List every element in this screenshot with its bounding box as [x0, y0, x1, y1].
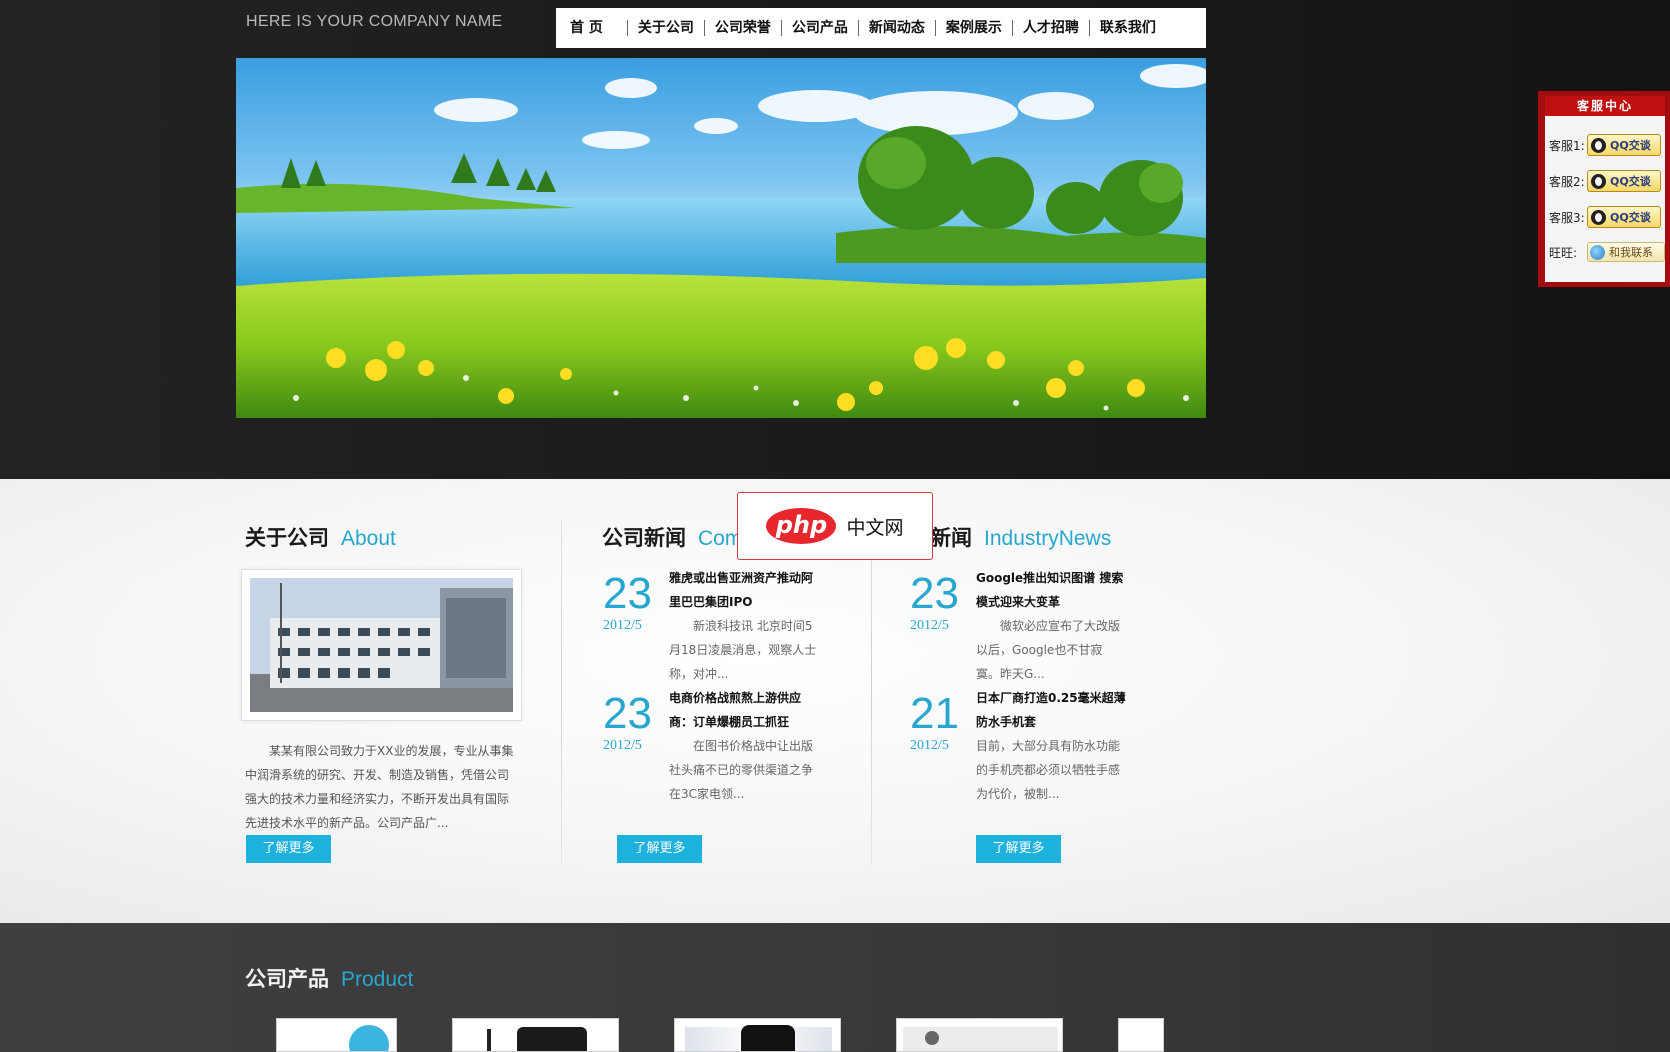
qq-penguin-icon	[1591, 173, 1606, 189]
service-label: 客服3:	[1549, 210, 1585, 225]
nav-contact[interactable]: 联系我们	[1090, 19, 1166, 37]
product-thumbnail[interactable]	[452, 1018, 619, 1052]
customer-service-panel: 客服中心 客服1: QQ交谈 客服2: QQ交谈 客服3: QQ交谈 旺旺: 和…	[1538, 91, 1670, 287]
news-title[interactable]: 雅虎或出售亚洲资产推动阿里巴巴集团IPO	[669, 566, 819, 614]
nav-products[interactable]: 公司产品	[782, 19, 858, 37]
news-day: 21	[910, 689, 959, 738]
news-month: 2012/5	[910, 738, 949, 753]
news-summary: 在图书价格战中让出版社头痛不已的零供渠道之争在3C家电领...	[669, 739, 814, 801]
nav-cases[interactable]: 案例展示	[936, 19, 1012, 37]
product-thumbnail[interactable]	[674, 1018, 841, 1052]
nav-home[interactable]: 首 页	[560, 19, 627, 37]
nav-honor[interactable]: 公司荣誉	[705, 19, 781, 37]
news-month: 2012/5	[910, 618, 949, 633]
landscape-image	[236, 58, 1206, 418]
service-row: 客服3: QQ交谈	[1549, 206, 1661, 228]
php-logo-mark: php	[766, 508, 837, 544]
company-news-more-button[interactable]: 了解更多	[617, 835, 702, 863]
about-building-photo	[241, 569, 522, 721]
news-month: 2012/5	[603, 618, 642, 633]
php-cn-logo: php 中文网	[737, 492, 933, 560]
news-month: 2012/5	[603, 738, 642, 753]
column-divider	[561, 520, 562, 865]
news-summary: 新浪科技讯 北京时间5月18日凌晨消息，观察人士称，对冲...	[669, 619, 817, 681]
product-thumbnail[interactable]	[1118, 1018, 1164, 1052]
news-title[interactable]: 日本厂商打造0.25毫米超薄防水手机套	[976, 686, 1126, 734]
service-label: 客服1:	[1549, 138, 1585, 153]
product-thumbnail[interactable]	[896, 1018, 1063, 1052]
hero-banner[interactable]	[236, 58, 1206, 418]
news-day: 23	[910, 569, 959, 618]
wangwang-contact-button[interactable]: 和我联系	[1587, 242, 1665, 262]
industry-news-more-button[interactable]: 了解更多	[976, 835, 1061, 863]
column-divider	[871, 520, 872, 865]
nav-about[interactable]: 关于公司	[628, 19, 704, 37]
qq-penguin-icon	[1591, 209, 1606, 225]
service-label: 客服2:	[1549, 174, 1585, 189]
about-heading: 关于公司 About	[245, 526, 396, 550]
company-name: HERE IS YOUR COMPANY NAME	[246, 13, 503, 30]
service-row: 旺旺: 和我联系	[1549, 242, 1665, 262]
news-day: 23	[603, 569, 652, 618]
news-title[interactable]: 电商价格战煎熬上游供应商：订单爆棚员工抓狂	[669, 686, 819, 734]
qq-chat-button[interactable]: QQ交谈	[1587, 206, 1661, 228]
wangwang-icon	[1590, 244, 1605, 260]
php-logo-text: 中文网	[846, 516, 904, 539]
about-more-button[interactable]: 了解更多	[246, 835, 331, 863]
service-title: 客服中心	[1545, 96, 1665, 116]
products-heading: 公司产品 Product	[245, 967, 414, 991]
news-summary: 目前，大部分具有防水功能的手机壳都必须以牺牲手感为代价，被制...	[976, 739, 1121, 801]
about-description: 某某有限公司致力于XX业的发展，专业从事集中润滑系统的研究、开发、制造及销售，凭…	[245, 744, 514, 830]
news-day: 23	[603, 689, 652, 738]
qq-chat-button[interactable]: QQ交谈	[1587, 134, 1661, 156]
news-summary: 微软必应宣布了大改版以后，Google也不甘寂寞。昨天G...	[976, 619, 1121, 681]
nav-news[interactable]: 新闻动态	[859, 19, 935, 37]
service-row: 客服1: QQ交谈	[1549, 134, 1661, 156]
qq-chat-button[interactable]: QQ交谈	[1587, 170, 1661, 192]
news-title[interactable]: Google推出知识图谱 搜索模式迎来大变革	[976, 566, 1126, 614]
product-thumbnail[interactable]	[276, 1018, 397, 1052]
service-label: 旺旺:	[1549, 245, 1578, 260]
service-row: 客服2: QQ交谈	[1549, 170, 1661, 192]
nav-jobs[interactable]: 人才招聘	[1013, 19, 1089, 37]
qq-penguin-icon	[1591, 137, 1606, 153]
main-nav: 首 页 关于公司 公司荣誉 公司产品 新闻动态 案例展示 人才招聘 联系我们	[556, 8, 1206, 48]
